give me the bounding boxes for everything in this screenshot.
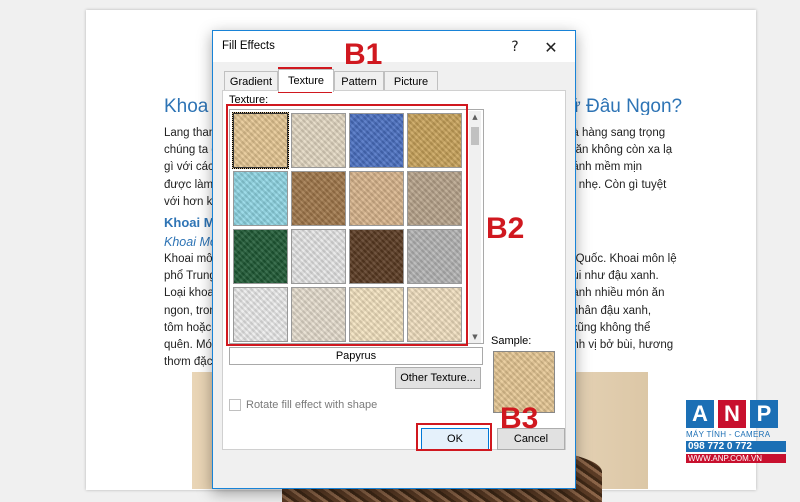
document-line: bùi như đậu xanh. [566, 270, 659, 283]
anp-tagline: MÁY TÍNH - CAMERA [686, 430, 771, 439]
anp-website: WWW.ANP.COM.VN [686, 454, 786, 463]
rotate-fill-label: Rotate fill effect with shape [246, 399, 378, 411]
document-line: i cũng không thể [566, 321, 651, 334]
scroll-up-arrow-icon[interactable]: ▲ [469, 111, 481, 123]
dialog-title: Fill Effects [222, 40, 275, 52]
tab-gradient[interactable]: Gradient [224, 71, 278, 91]
dialog-titlebar[interactable]: Fill Effects ? ✕ [213, 31, 575, 62]
rotate-fill-checkbox[interactable] [229, 399, 241, 411]
document-para1-right: hà hàng sang trọng ễ ăn không còn xa lạ … [566, 125, 726, 211]
document-line: i nhân đậu xanh, [566, 304, 652, 317]
tab-pattern[interactable]: Pattern [334, 71, 384, 91]
document-line: g Quốc. Khoai môn lệ [566, 253, 677, 265]
document-line: hà hàng sang trọng [566, 127, 666, 139]
document-line: ó. [566, 354, 726, 371]
document-para2-right: g Quốc. Khoai môn lệ bùi như đậu xanh. h… [566, 251, 726, 371]
anp-logo-letter: P [750, 400, 778, 428]
tab-picture[interactable]: Picture [384, 71, 438, 91]
annotation-box-b3 [416, 423, 492, 451]
other-texture-button[interactable]: Other Texture... [395, 367, 481, 389]
texture-scrollbar[interactable]: ▲ ▼ [469, 111, 481, 343]
tab-texture[interactable]: Texture [278, 69, 334, 92]
anp-watermark: A N P MÁY TÍNH - CAMERA 098 772 0 772 WW… [686, 400, 786, 463]
annotation-label-b2: B2 [486, 212, 525, 245]
document-line: hành nhiều món ăn [566, 287, 665, 300]
document-heading-right: ữ Đâu Ngon? [568, 98, 683, 116]
document-line: bánh mềm mịn [566, 161, 643, 174]
help-button[interactable]: ? [499, 35, 531, 59]
scroll-thumb[interactable] [471, 127, 479, 145]
anp-phone: 098 772 0 772 [686, 441, 786, 452]
selected-texture-name: Papyrus [229, 347, 483, 365]
sample-label: Sample: [491, 335, 532, 347]
document-line: ễ ăn không còn xa lạ [566, 144, 673, 157]
annotation-label-b3: B3 [500, 402, 539, 435]
anp-logo-letter: A [686, 400, 714, 428]
document-line: ọt nhẹ. Còn gì tuyệt [566, 178, 667, 191]
rotate-fill-row: Rotate fill effect with shape [229, 399, 377, 411]
scroll-down-arrow-icon[interactable]: ▼ [469, 331, 481, 343]
document-line: ở [566, 194, 726, 211]
annotation-box-b2 [226, 104, 468, 346]
document-line: ánh vị bở bùi, hương [566, 339, 674, 352]
annotation-label-b1: B1 [344, 38, 383, 71]
anp-logo-letter: N [718, 400, 746, 428]
anp-logo: A N P [686, 400, 786, 428]
close-button[interactable]: ✕ [535, 35, 567, 59]
